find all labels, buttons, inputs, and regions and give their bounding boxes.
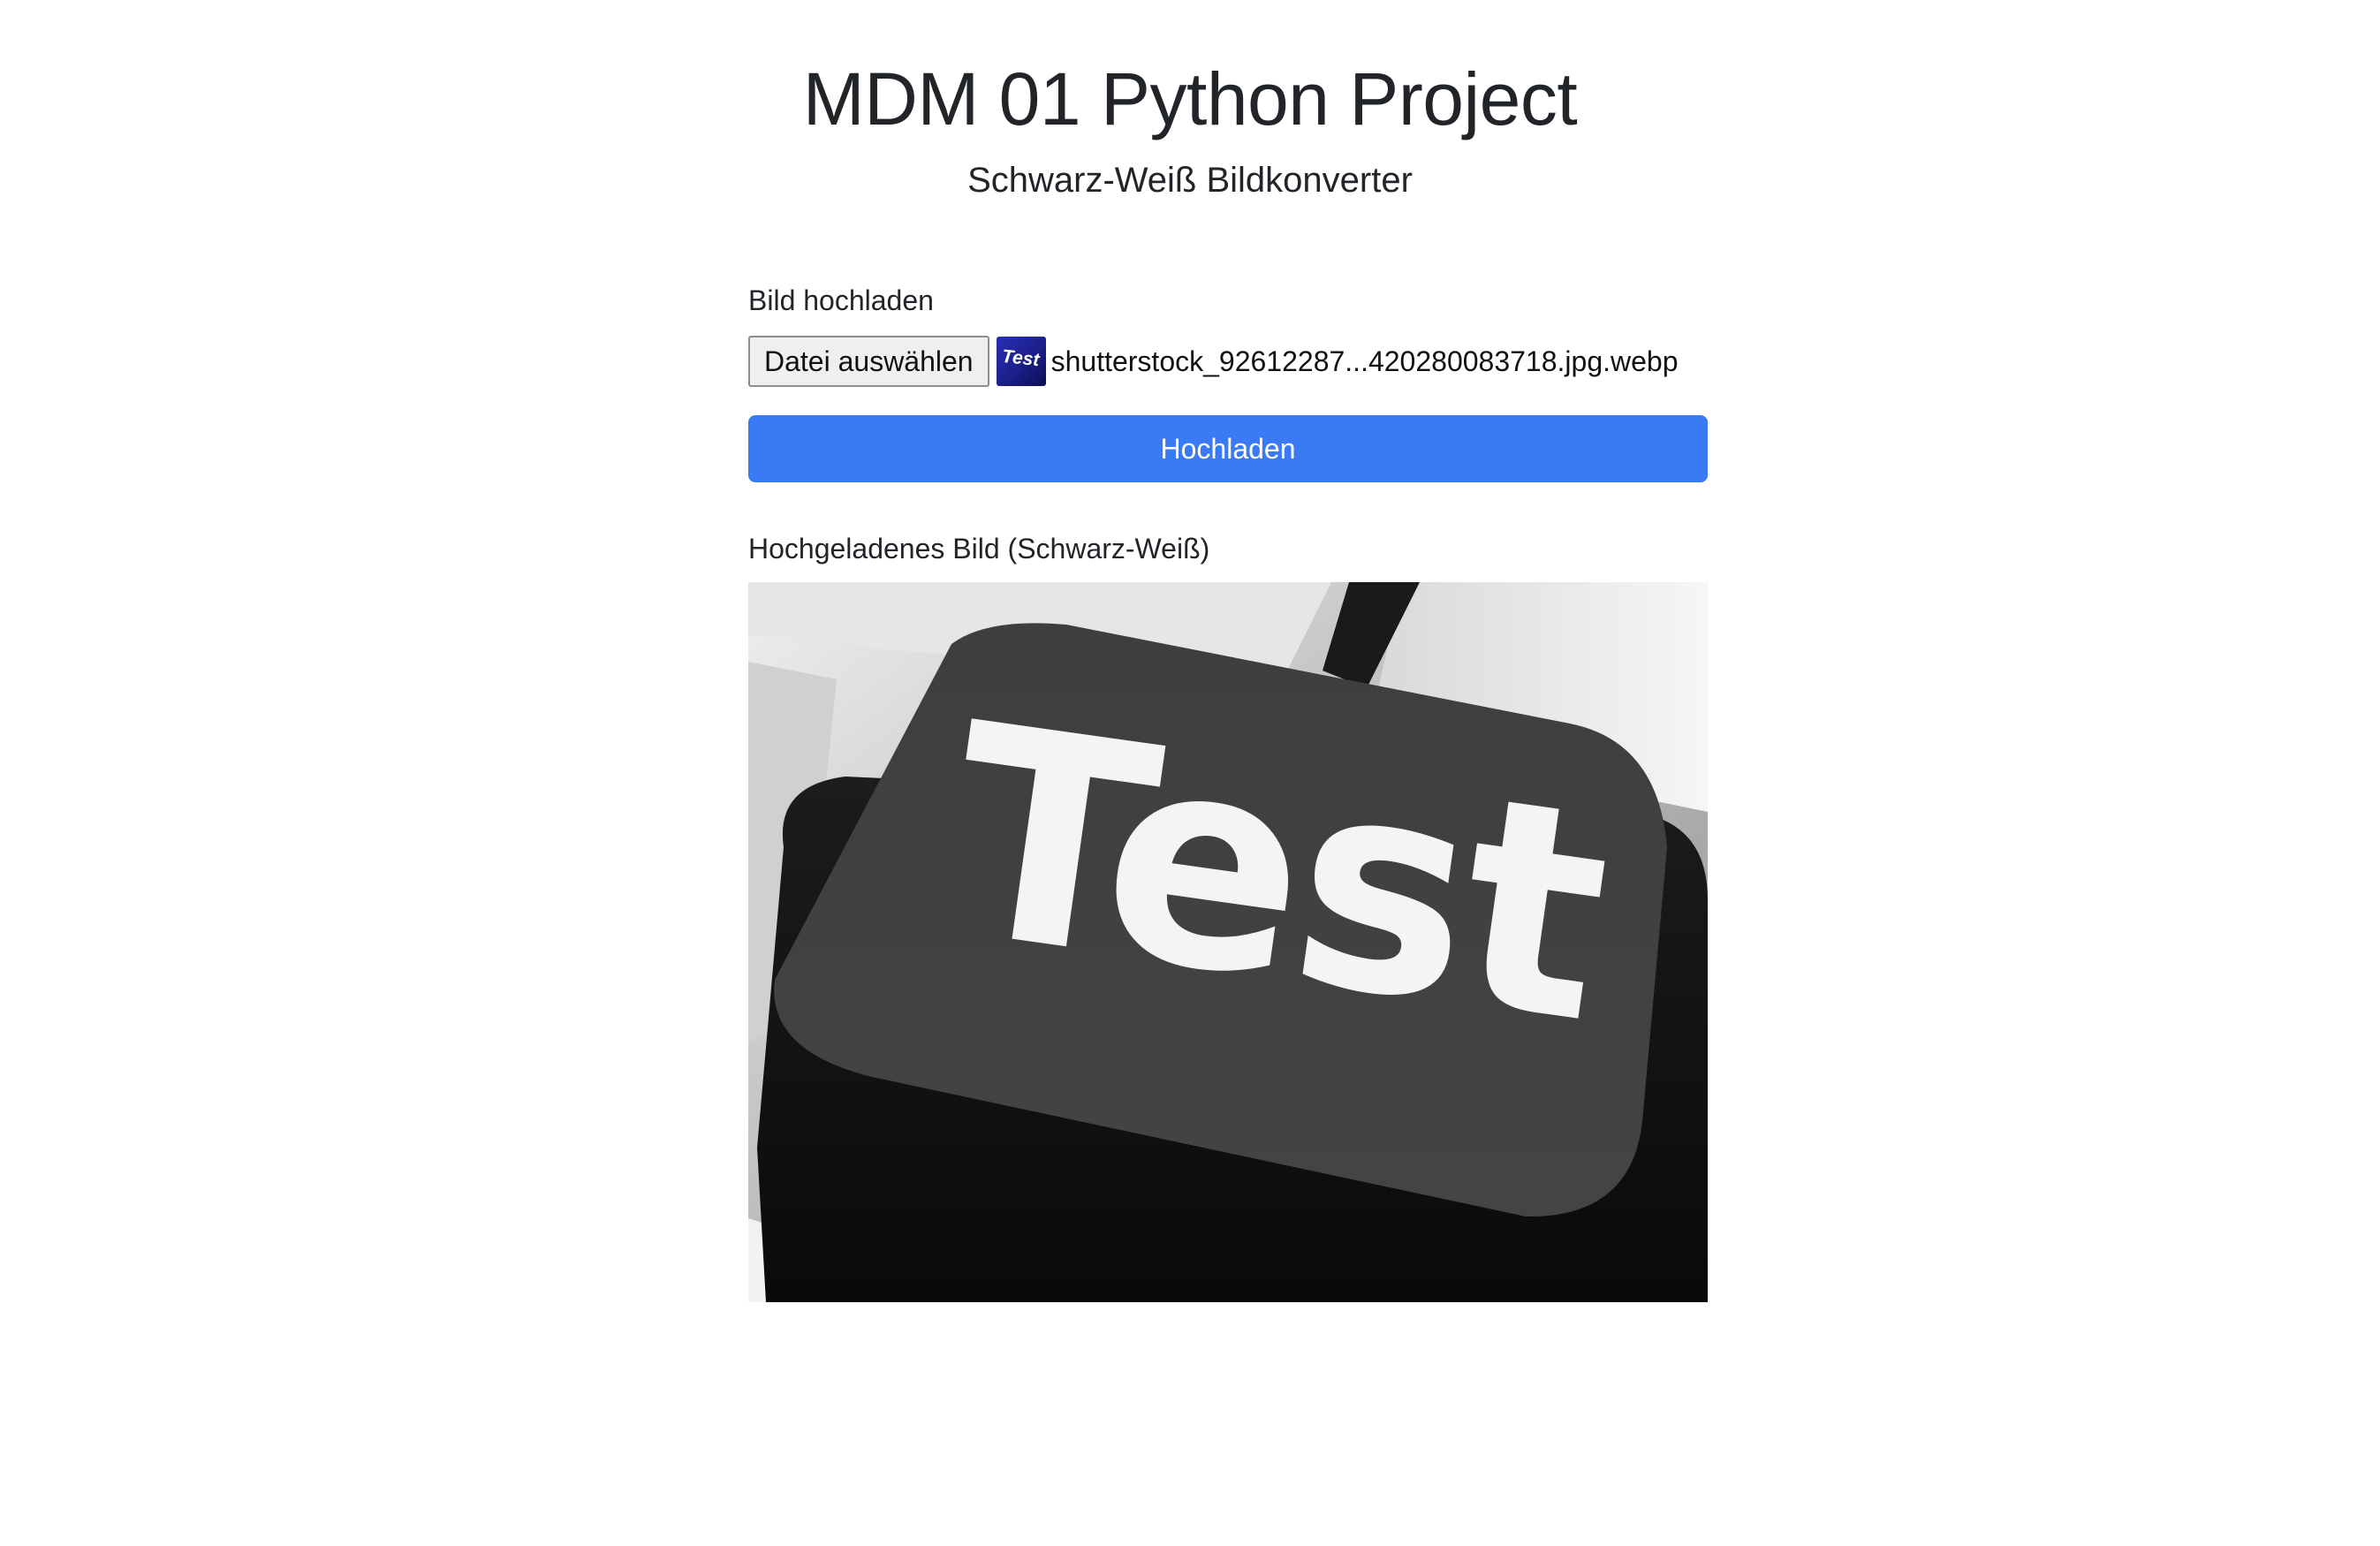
result-label: Hochgeladenes Bild (Schwarz-Weiß) xyxy=(748,533,1210,565)
file-thumbnail: Test xyxy=(996,337,1046,386)
selected-file-name: shutterstock_92612287...420280083718.jpg… xyxy=(1050,345,1679,377)
page-title: MDM 01 Python Project xyxy=(802,57,1578,140)
file-thumbnail-text: Test xyxy=(1001,345,1041,371)
upload-form: Bild hochladen Datei auswählen Test shut… xyxy=(748,278,1708,1302)
upload-button[interactable]: Hochladen xyxy=(748,415,1708,482)
uploaded-bw-image: Test xyxy=(748,582,1708,1302)
uploaded-bw-image-graphic: Test xyxy=(748,582,1708,1302)
file-input[interactable]: Datei auswählen Test shutterstock_926122… xyxy=(748,336,1679,387)
choose-file-button[interactable]: Datei auswählen xyxy=(748,336,989,387)
upload-label: Bild hochladen xyxy=(748,284,934,316)
page-subtitle: Schwarz-Weiß Bildkonverter xyxy=(967,161,1413,200)
